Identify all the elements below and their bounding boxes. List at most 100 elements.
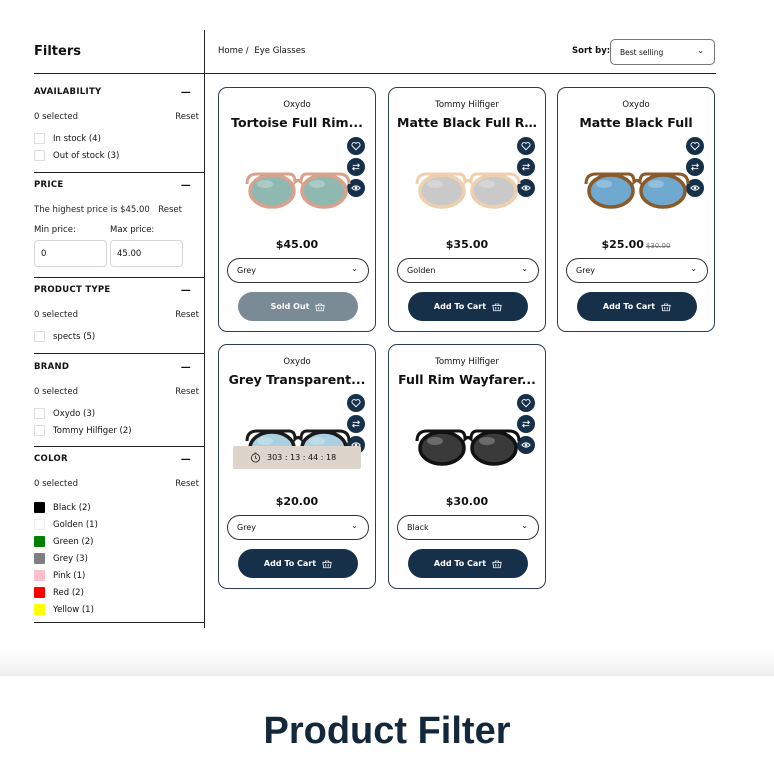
collapse-icon[interactable]: —	[181, 180, 191, 191]
price-value: $25.00	[601, 238, 644, 251]
heart-icon[interactable]	[347, 394, 365, 412]
product-card[interactable]: Tommy Hilfiger Full Rim Wayfarer... $30.00…	[388, 344, 546, 589]
brand-option-tommy-hilfiger[interactable]: Tommy Hilfiger (2)	[34, 422, 199, 439]
variant-select[interactable]: Grey ⌄	[227, 515, 369, 540]
product-brand: Tommy Hilfiger	[435, 357, 499, 367]
color-selected-count: 0 selected	[34, 479, 78, 489]
color-swatch[interactable]	[34, 604, 45, 615]
filters-sidebar: Filters AVAILABILITY — 0 selected Reset …	[34, 30, 205, 628]
sort-select[interactable]: Best selling ⌄	[610, 39, 715, 65]
heart-icon[interactable]	[686, 137, 704, 155]
collapse-icon[interactable]: —	[181, 87, 191, 98]
color-option[interactable]: Golden (1)	[34, 516, 199, 533]
variant-select[interactable]: Grey ⌄	[566, 258, 708, 283]
chevron-down-icon: ⌄	[690, 264, 697, 273]
color-header[interactable]: COLOR —	[34, 454, 199, 468]
color-reset-link[interactable]: Reset	[175, 479, 199, 489]
heart-icon[interactable]	[347, 137, 365, 155]
add-to-cart-button[interactable]: Add To Cart	[238, 549, 358, 578]
checkbox[interactable]	[34, 425, 45, 436]
color-swatch[interactable]	[34, 587, 45, 598]
variant-value: Golden	[407, 266, 436, 275]
price-header[interactable]: PRICE —	[34, 180, 199, 194]
color-swatch[interactable]	[34, 502, 45, 513]
product-name[interactable]: Full Rim Wayfarer...	[397, 372, 537, 387]
breadcrumb-home-link[interactable]: Home /	[218, 46, 249, 56]
button-label: Add To Cart	[433, 559, 487, 568]
product-brand: Oxydo	[283, 100, 311, 110]
product-type-option-spects[interactable]: spects (5)	[34, 328, 199, 345]
color-swatch[interactable]	[34, 553, 45, 564]
color-option[interactable]: Yellow (1)	[34, 601, 199, 618]
sunglasses-image[interactable]	[582, 162, 692, 218]
sunglasses-image[interactable]	[413, 162, 523, 218]
basket-icon	[486, 302, 502, 312]
product-name[interactable]: Grey Transparent...	[227, 372, 367, 387]
color-option[interactable]: Black (2)	[34, 499, 199, 516]
brand-section: BRAND — 0 selected Reset Oxydo (3) Tommy…	[34, 362, 199, 439]
color-section: COLOR — 0 selected Reset Black (2) Golden…	[34, 454, 199, 618]
sunglasses-image[interactable]	[243, 162, 353, 218]
checkbox[interactable]	[34, 331, 45, 342]
color-option[interactable]: Red (2)	[34, 584, 199, 601]
chevron-down-icon: ⌄	[521, 521, 528, 530]
button-label: Add To Cart	[602, 302, 656, 311]
variant-select[interactable]: Grey ⌄	[227, 258, 369, 283]
option-label: Green (2)	[53, 536, 94, 547]
availability-option-out-of-stock[interactable]: Out of stock (3)	[34, 147, 199, 164]
highest-price-text: The highest price is $45.00	[34, 205, 150, 215]
button-label: Sold Out	[270, 302, 310, 311]
collapse-icon[interactable]: —	[181, 454, 191, 465]
brand-reset-link[interactable]: Reset	[175, 387, 199, 397]
button-label: Add To Cart	[433, 302, 487, 311]
product-name[interactable]: Matte Black Full Ri...	[397, 115, 537, 130]
color-swatch[interactable]	[34, 536, 45, 547]
product-type-selected-count: 0 selected	[34, 310, 78, 320]
availability-section: AVAILABILITY — 0 selected Reset In stock…	[34, 87, 199, 164]
max-price-input[interactable]: 45.00	[110, 240, 183, 267]
price-reset-link[interactable]: Reset	[158, 205, 182, 215]
option-label: spects (5)	[53, 331, 96, 342]
collapse-icon[interactable]: —	[181, 362, 191, 373]
collapse-icon[interactable]: —	[181, 285, 191, 296]
heart-icon[interactable]	[517, 137, 535, 155]
product-price: $20.00	[219, 495, 375, 508]
color-option[interactable]: Pink (1)	[34, 567, 199, 584]
availability-reset-link[interactable]: Reset	[175, 112, 199, 122]
banner-title: Product Filter	[263, 710, 511, 752]
brand-option-oxydo[interactable]: Oxydo (3)	[34, 405, 199, 422]
sort-value: Best selling	[620, 48, 664, 57]
sunglasses-image[interactable]	[413, 419, 523, 475]
sold-out-button[interactable]: Sold Out	[238, 292, 358, 321]
color-option[interactable]: Grey (3)	[34, 550, 199, 567]
product-price: $35.00	[389, 238, 545, 251]
basket-icon	[655, 302, 671, 312]
product-type-header[interactable]: PRODUCT TYPE —	[34, 285, 199, 299]
checkbox[interactable]	[34, 408, 45, 419]
product-card[interactable]: Oxydo Grey Transparent... 303 : 13 : 44 : …	[218, 344, 376, 589]
color-swatch[interactable]	[34, 570, 45, 581]
product-price: $45.00	[219, 238, 375, 251]
product-type-reset-link[interactable]: Reset	[175, 310, 199, 320]
min-price-input[interactable]: 0	[34, 240, 107, 267]
color-option[interactable]: Green (2)	[34, 533, 199, 550]
add-to-cart-button[interactable]: Add To Cart	[408, 549, 528, 578]
add-to-cart-button[interactable]: Add To Cart	[408, 292, 528, 321]
product-name[interactable]: Tortoise Full Rim...	[227, 115, 367, 130]
product-card[interactable]: Oxydo Matte Black Full $25.00 $30.00 Grey ⌄ Ad…	[557, 87, 715, 332]
variant-select[interactable]: Black ⌄	[397, 515, 539, 540]
product-card[interactable]: Oxydo Tortoise Full Rim... $45.00 Grey ⌄ Sold…	[218, 87, 376, 332]
color-swatch[interactable]	[34, 519, 45, 530]
checkbox[interactable]	[34, 133, 45, 144]
availability-option-in-stock[interactable]: In stock (4)	[34, 130, 199, 147]
variant-select[interactable]: Golden ⌄	[397, 258, 539, 283]
add-to-cart-button[interactable]: Add To Cart	[577, 292, 697, 321]
divider	[34, 446, 205, 447]
checkbox[interactable]	[34, 150, 45, 161]
availability-header[interactable]: AVAILABILITY —	[34, 87, 199, 101]
product-name[interactable]: Matte Black Full	[566, 115, 706, 130]
variant-value: Black	[407, 523, 429, 532]
product-card[interactable]: Tommy Hilfiger Matte Black Full Ri... $35.…	[388, 87, 546, 332]
heart-icon[interactable]	[517, 394, 535, 412]
brand-header[interactable]: BRAND —	[34, 362, 199, 376]
